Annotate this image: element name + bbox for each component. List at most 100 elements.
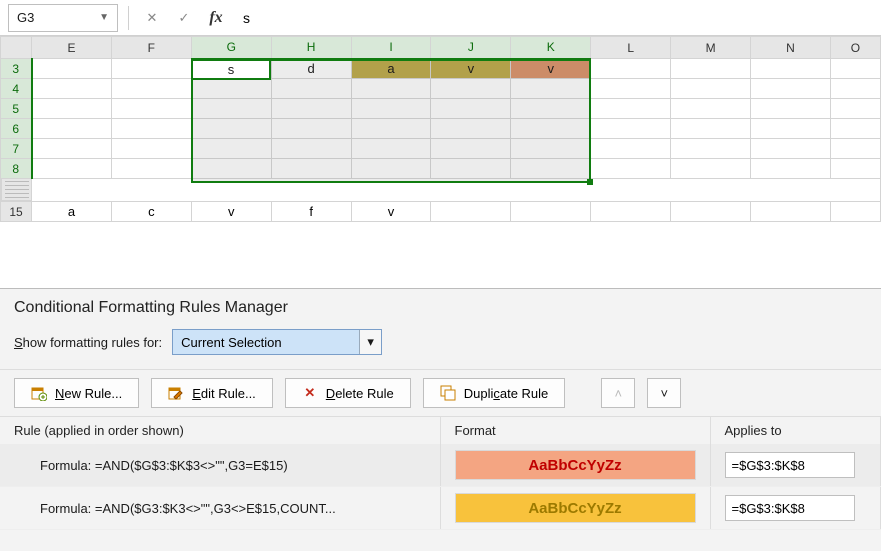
cell[interactable] [271,139,351,159]
select-all-corner[interactable] [1,37,32,59]
col-header[interactable]: H [271,37,351,59]
cell[interactable]: a [32,202,112,222]
cell[interactable] [111,119,191,139]
cell[interactable] [431,139,511,159]
applies-to-input[interactable] [725,452,855,478]
cell[interactable] [32,139,112,159]
cell[interactable] [751,59,831,79]
enter-icon[interactable]: ✓ [171,5,197,31]
col-header[interactable]: N [751,37,831,59]
cell[interactable]: f [271,202,351,222]
row-header-collapsed[interactable] [1,179,32,202]
rule-row[interactable]: Formula: =AND($G3:$K3<>"",G3<>E$15,COUNT… [0,487,881,530]
cell[interactable] [751,139,831,159]
cell[interactable]: v [431,59,511,79]
cell[interactable] [32,179,881,202]
cell[interactable] [591,159,671,179]
cell[interactable] [591,79,671,99]
cell[interactable] [351,139,431,159]
col-header[interactable]: E [32,37,112,59]
cell[interactable] [671,99,751,119]
cell[interactable] [191,119,271,139]
cell[interactable] [751,79,831,99]
cell[interactable] [32,59,112,79]
cell[interactable]: c [111,202,191,222]
cell[interactable] [271,99,351,119]
name-box[interactable]: G3 ▼ [8,4,118,32]
cell[interactable] [111,159,191,179]
cell[interactable] [830,59,880,79]
cell[interactable] [671,79,751,99]
cell[interactable]: v [511,59,591,79]
cell[interactable] [830,99,880,119]
cell[interactable] [671,119,751,139]
col-header[interactable]: O [830,37,880,59]
cell[interactable] [671,202,751,222]
cell[interactable] [751,159,831,179]
cell[interactable] [351,79,431,99]
cancel-icon[interactable]: ✕ [139,5,165,31]
cell[interactable] [271,119,351,139]
col-header[interactable]: G [191,37,271,59]
cell[interactable] [191,79,271,99]
cell[interactable] [511,119,591,139]
new-rule-button[interactable]: New Rule... [14,378,139,408]
sheet-grid[interactable]: E F G H I J K L M N O 3 s d a v v 4 5 6 … [0,36,881,222]
cell[interactable]: d [271,59,351,79]
col-header[interactable]: F [111,37,191,59]
cell[interactable] [32,99,112,119]
cell[interactable]: s [191,59,271,79]
row-header[interactable]: 15 [1,202,32,222]
col-header[interactable]: I [351,37,431,59]
cell[interactable] [511,79,591,99]
cell[interactable] [32,119,112,139]
chevron-down-icon[interactable]: ▾ [359,330,381,354]
cell[interactable] [751,202,831,222]
cell[interactable] [751,99,831,119]
cell[interactable] [591,99,671,119]
cell[interactable] [830,79,880,99]
cell[interactable] [830,159,880,179]
duplicate-rule-button[interactable]: Duplicate Rule [423,378,566,408]
cell[interactable] [271,159,351,179]
cell[interactable] [271,79,351,99]
cell[interactable] [671,159,751,179]
cell[interactable] [111,139,191,159]
cell[interactable] [591,119,671,139]
edit-rule-button[interactable]: Edit Rule... [151,378,273,408]
col-header[interactable]: K [511,37,591,59]
cell[interactable] [431,119,511,139]
move-down-button[interactable]: ˅ [647,378,681,408]
row-header[interactable]: 7 [1,139,32,159]
rule-row[interactable]: Formula: =AND($G$3:$K$3<>"",G3=E$15) AaB… [0,444,881,487]
cell[interactable]: v [191,202,271,222]
cell[interactable] [351,119,431,139]
show-for-combo[interactable]: Current Selection ▾ [172,329,382,355]
col-header[interactable]: J [431,37,511,59]
cell[interactable] [751,119,831,139]
col-header[interactable]: M [671,37,751,59]
cell[interactable] [591,139,671,159]
cell[interactable] [511,99,591,119]
row-header[interactable]: 5 [1,99,32,119]
cell[interactable] [830,202,880,222]
cell[interactable] [191,159,271,179]
cell[interactable]: v [351,202,431,222]
cell[interactable] [511,159,591,179]
cell[interactable] [591,202,671,222]
cell[interactable] [431,79,511,99]
fx-icon[interactable]: fx [203,5,229,31]
cell[interactable] [32,79,112,99]
cell[interactable] [431,159,511,179]
cell[interactable] [511,202,591,222]
cell[interactable] [32,159,112,179]
cell[interactable] [671,139,751,159]
cell[interactable] [111,99,191,119]
cell[interactable] [351,99,431,119]
cell[interactable] [591,59,671,79]
cell[interactable] [111,59,191,79]
cell[interactable] [671,59,751,79]
cell[interactable] [830,119,880,139]
cell[interactable] [511,139,591,159]
row-header[interactable]: 8 [1,159,32,179]
